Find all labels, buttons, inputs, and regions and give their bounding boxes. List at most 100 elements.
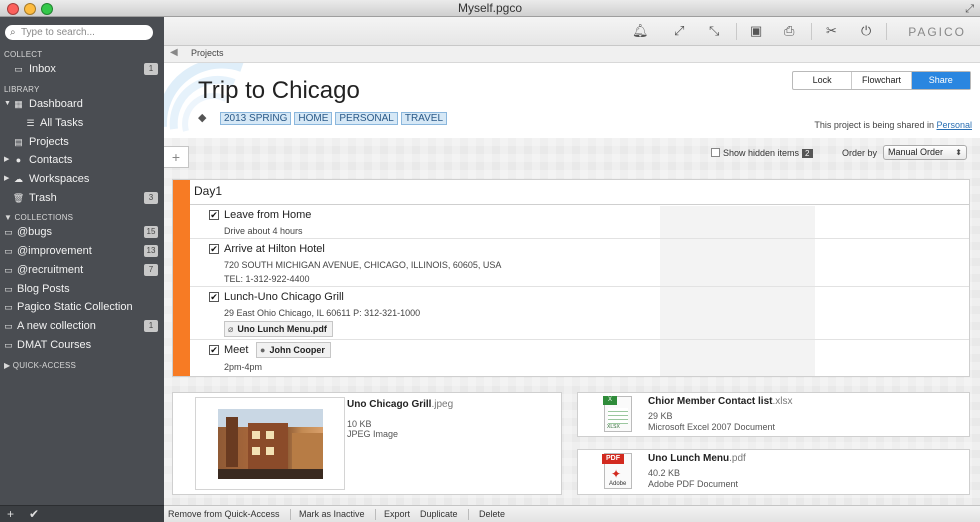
share-button[interactable]: Share xyxy=(911,72,970,89)
sidebar-item-collection[interactable]: ▭ A new collection 1 xyxy=(0,317,164,335)
show-hidden-checkbox[interactable] xyxy=(711,148,720,157)
duplicate-button[interactable]: Duplicate xyxy=(420,506,458,522)
contacts-icon: ● xyxy=(15,155,22,165)
attachment-name-base: Uno Lunch Menu xyxy=(648,453,730,464)
zoom-window-button[interactable] xyxy=(41,3,53,15)
restaurant-photo xyxy=(218,409,323,479)
toolbar-divider xyxy=(736,23,737,40)
toolbar-divider xyxy=(811,23,812,40)
export-button[interactable]: Export xyxy=(384,506,410,522)
disclosure-closed-icon[interactable]: ▶ xyxy=(4,151,9,169)
sidebar-item-collection[interactable]: ▭ DMAT Courses xyxy=(0,336,164,354)
show-hidden-toggle[interactable]: Show hidden items 2 xyxy=(711,148,813,158)
image-thumbnail[interactable] xyxy=(195,397,345,490)
sidebar-item-collection[interactable]: ▭ Pagico Static Collection xyxy=(0,298,164,316)
task-row[interactable]: ✔ Leave from Home Drive about 4 hours xyxy=(209,209,749,239)
sidebar-item-workspaces[interactable]: ▶ ☁ Workspaces xyxy=(0,170,164,188)
divider xyxy=(190,286,969,287)
add-icon[interactable]: + xyxy=(7,507,14,521)
count-badge: 3 xyxy=(144,192,158,204)
count-badge: 15 xyxy=(144,226,158,238)
expand-icon[interactable]: ⤢ xyxy=(674,24,684,38)
inbox-icon: ▭ xyxy=(14,64,23,74)
quick-access-header-label: QUICK-ACCESS xyxy=(12,361,77,370)
collections-header[interactable]: ▼ COLLECTIONS xyxy=(4,213,73,222)
sidebar-item-projects[interactable]: ▤ Projects xyxy=(0,133,164,151)
count-badge: 1 xyxy=(144,320,158,332)
count-badge: 1 xyxy=(144,63,158,75)
remove-quick-access-button[interactable]: Remove from Quick-Access xyxy=(168,506,280,522)
hidden-count-badge: 2 xyxy=(802,149,813,158)
sidebar-item-dashboard[interactable]: ▼ ▦ Dashboard xyxy=(0,95,164,113)
order-by-value: Manual Order xyxy=(888,147,944,157)
mark-inactive-button[interactable]: Mark as Inactive xyxy=(299,506,365,522)
attachment-card-pdf[interactable]: PDF ✦ Adobe Uno Lunch Menu.pdf 40.2 KB A… xyxy=(577,449,970,495)
person-icon: ● xyxy=(260,345,266,355)
lock-button[interactable]: Lock xyxy=(793,72,853,89)
task-row[interactable]: ✔ Arrive at Hilton Hotel 720 SOUTH MICHI… xyxy=(209,243,749,288)
delete-button[interactable]: Delete xyxy=(479,506,505,522)
sidebar-item-collection[interactable]: ▭ Blog Posts xyxy=(0,280,164,298)
divider xyxy=(190,339,969,340)
task-note: 29 East Ohio Chicago, IL 60611 P: 312-32… xyxy=(224,308,421,318)
breadcrumb-item-projects[interactable]: Projects xyxy=(191,48,224,58)
task-checkbox[interactable]: ✔ xyxy=(209,210,219,220)
sidebar-item-label: @bugs xyxy=(17,226,53,238)
add-item-button[interactable]: + xyxy=(164,146,189,168)
tag[interactable]: PERSONAL xyxy=(335,112,398,125)
dashboard-icon: ▦ xyxy=(14,99,23,109)
task-checkbox[interactable]: ✔ xyxy=(209,345,219,355)
task-name[interactable]: Leave from Home xyxy=(224,209,311,221)
attachment-card-image[interactable]: Uno Chicago Grill.jpeg 10 KB JPEG Image xyxy=(172,392,562,495)
task-name[interactable]: Lunch-Uno Chicago Grill xyxy=(224,291,344,303)
archive-icon[interactable]: ▣ xyxy=(750,24,762,38)
attachment-name-base: Chior Member Contact list xyxy=(648,396,773,407)
checkmark-icon[interactable]: ✔ xyxy=(29,507,39,521)
sidebar-item-trash[interactable]: 🗑 Trash 3 xyxy=(0,189,164,207)
sidebar-item-inbox[interactable]: ▭ Inbox 1 xyxy=(0,60,164,78)
task-row[interactable]: ✔ Lunch-Uno Chicago Grill 29 East Ohio C… xyxy=(209,291,749,339)
attachment-type: Microsoft Excel 2007 Document xyxy=(648,422,776,432)
task-checkbox[interactable]: ✔ xyxy=(209,244,219,254)
bell-icon[interactable]: 🔔︎ xyxy=(632,24,649,38)
order-by-label: Order by xyxy=(842,148,878,158)
sidebar-item-all-tasks[interactable]: ☰ All Tasks xyxy=(0,114,164,132)
task-name[interactable]: Arrive at Hilton Hotel xyxy=(224,243,325,255)
order-by-select[interactable]: Manual Order ⬍ xyxy=(883,145,967,160)
task-row[interactable]: ✔ Meet ● John Cooper 2pm-4pm xyxy=(209,342,749,374)
list-title[interactable]: Day1 xyxy=(194,184,222,198)
minimize-window-button[interactable] xyxy=(24,3,36,15)
quick-access-header[interactable]: ▶ QUICK-ACCESS xyxy=(4,361,76,370)
task-note: Drive about 4 hours xyxy=(224,226,303,236)
shared-workspace-link[interactable]: Personal xyxy=(936,120,972,130)
flowchart-button[interactable]: Flowchart xyxy=(852,72,912,89)
disclosure-open-icon[interactable]: ▼ xyxy=(4,95,11,113)
chevron-updown-icon: ⬍ xyxy=(955,148,962,157)
page-title[interactable]: Trip to Chicago xyxy=(198,77,360,105)
pdf-file-icon: PDF ✦ Adobe xyxy=(602,453,632,489)
tag[interactable]: HOME xyxy=(294,112,333,125)
contact-chip[interactable]: ● John Cooper xyxy=(256,342,331,358)
collection-icon: ▭ xyxy=(4,227,13,237)
sidebar-item-collection[interactable]: ▭ @recruitment 7 xyxy=(0,261,164,279)
disclosure-closed-icon[interactable]: ▶ xyxy=(4,170,9,188)
tools-icon[interactable]: ✂ xyxy=(826,24,837,38)
attachment-chip[interactable]: ⌀ Uno Lunch Menu.pdf xyxy=(224,321,333,337)
sidebar-item-collection[interactable]: ▭ @bugs 15 xyxy=(0,223,164,241)
attachment-card-xlsx[interactable]: X XLSX Chior Member Contact list.xlsx 29… xyxy=(577,392,970,437)
task-name[interactable]: Meet xyxy=(224,344,248,356)
sidebar-item-contacts[interactable]: ▶ ● Contacts xyxy=(0,151,164,169)
sidebar-item-collection[interactable]: ▭ @improvement 13 xyxy=(0,242,164,260)
collection-icon: ▭ xyxy=(4,302,13,312)
close-window-button[interactable] xyxy=(7,3,19,15)
power-icon[interactable]: ⏻ xyxy=(861,24,871,38)
search-input[interactable]: ⌕ Type to search... xyxy=(5,25,153,40)
task-checkbox[interactable]: ✔ xyxy=(209,292,219,302)
back-arrow-icon[interactable]: ◀ xyxy=(170,47,178,58)
tag[interactable]: 2013 SPRING xyxy=(220,112,292,125)
collapse-icon[interactable]: ⤡ xyxy=(709,24,719,38)
fullscreen-icon[interactable]: ⤢ xyxy=(965,1,974,18)
print-icon[interactable]: ⎙ xyxy=(784,24,794,38)
attachment-type: JPEG Image xyxy=(347,429,399,439)
tag[interactable]: TRAVEL xyxy=(400,112,448,125)
